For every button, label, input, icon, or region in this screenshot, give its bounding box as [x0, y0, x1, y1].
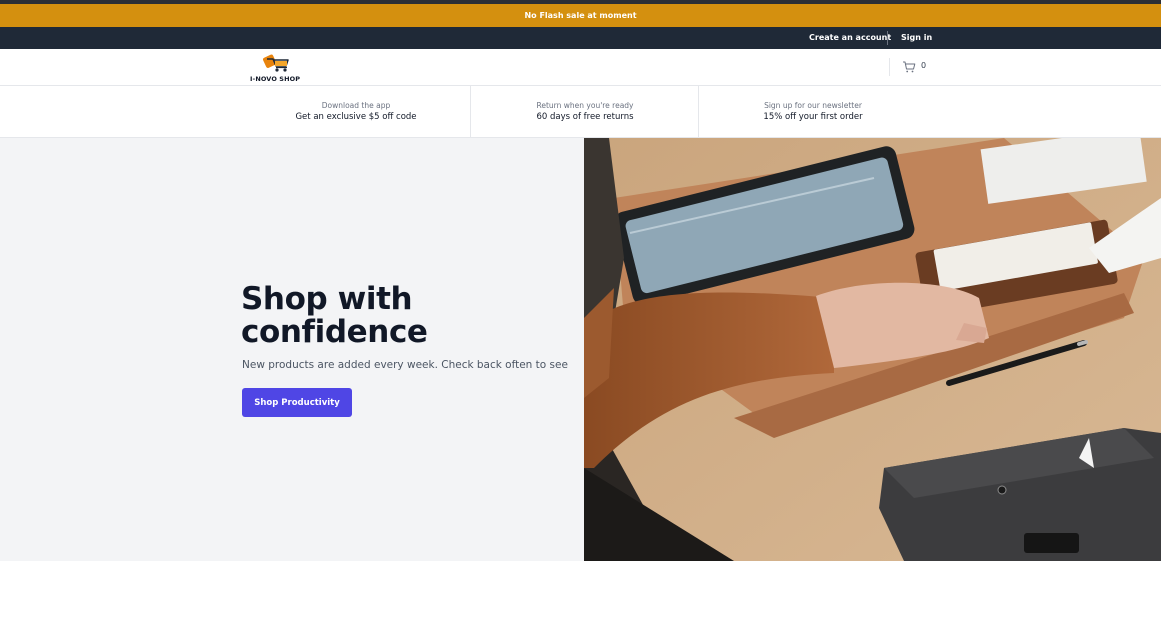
perk-newsletter: Sign up for our newsletter 15% off your … [699, 86, 927, 138]
flash-sale-text: No Flash sale at moment [524, 11, 637, 20]
sign-in-link[interactable]: Sign in [901, 27, 932, 49]
perk-returns: Return when you're ready 60 days of free… [471, 86, 699, 138]
cart-button[interactable]: 0 [902, 59, 932, 75]
account-divider [887, 31, 888, 45]
hero-photo-illustration [584, 138, 1161, 561]
hero-title-line1: Shop with [241, 281, 413, 317]
hero-title: Shop with confidence [241, 283, 571, 349]
create-account-link[interactable]: Create an account [809, 27, 891, 49]
nav-divider [889, 58, 890, 76]
perk-label: Return when you're ready [536, 101, 634, 110]
perk-value: 15% off your first order [763, 112, 863, 122]
cart-count: 0 [921, 61, 927, 70]
hero-title-line2: confidence [241, 314, 428, 350]
shopping-cart-icon [903, 61, 916, 73]
main-navbar: I-NOVO SHOP 0 [0, 49, 1161, 86]
logo-cart-icon [263, 54, 289, 72]
shop-productivity-button[interactable]: Shop Productivity [242, 388, 352, 417]
perk-label: Sign up for our newsletter [764, 101, 862, 110]
perk-app: Download the app Get an exclusive $5 off… [242, 86, 470, 138]
account-bar: Create an account Sign in [0, 27, 1161, 49]
perk-value: Get an exclusive $5 off code [295, 112, 417, 122]
flash-sale-banner: No Flash sale at moment [0, 4, 1161, 27]
logo-text: I-NOVO SHOP [250, 75, 301, 83]
perks-bar: Download the app Get an exclusive $5 off… [0, 86, 1161, 138]
perk-label: Download the app [321, 101, 391, 110]
logo[interactable]: I-NOVO SHOP [250, 52, 302, 84]
perk-value: 60 days of free returns [536, 112, 634, 122]
hero-photo [584, 138, 1161, 561]
hero-subtitle: New products are added every week. Check… [242, 359, 568, 371]
